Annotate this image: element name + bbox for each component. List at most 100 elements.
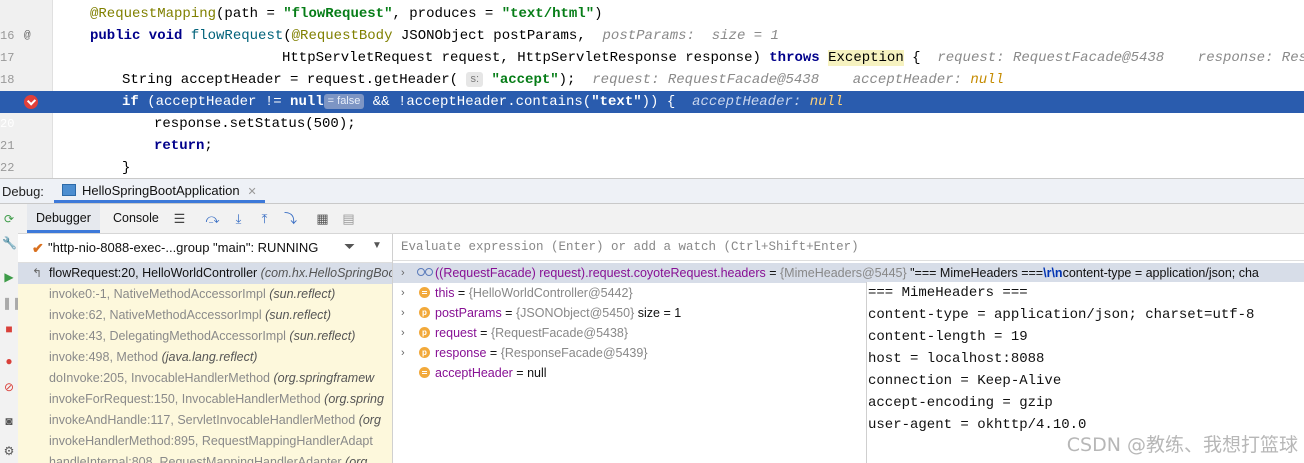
- frame-method: invokeAndHandle:117, ServletInvocableHan…: [49, 413, 359, 427]
- equals-sign: =: [765, 266, 780, 280]
- watch-type: {MimeHeaders@5445}: [780, 266, 911, 280]
- pause-icon[interactable]: ❚❚: [2, 296, 22, 310]
- chevron-right-icon[interactable]: ›: [401, 283, 405, 303]
- camera-icon[interactable]: ◙: [2, 414, 16, 428]
- wrench-icon[interactable]: 🔧: [2, 236, 17, 250]
- tab-console[interactable]: Console: [104, 204, 168, 233]
- code-text: );: [558, 72, 593, 88]
- popup-line: accept-encoding = gzip: [868, 395, 1053, 411]
- parameter-icon: p: [419, 347, 430, 358]
- view-breakpoints-icon[interactable]: ●: [2, 354, 16, 368]
- popup-line: host = localhost:8088: [868, 351, 1045, 367]
- field-icon: [419, 367, 430, 378]
- frame-method: flowRequest:20, HelloWorldController: [49, 266, 261, 280]
- mute-breakpoints-icon[interactable]: ⊘: [2, 380, 16, 394]
- frame-row[interactable]: doInvoke:205, InvocableHandlerMethod (or…: [18, 368, 392, 389]
- equals-sign: =: [476, 326, 491, 340]
- frame-row[interactable]: invoke:62, NativeMethodAccessorImpl (sun…: [18, 305, 392, 326]
- frame-method: handleInternal:808, RequestMappingHandle…: [49, 455, 346, 463]
- override-icon[interactable]: @: [24, 25, 31, 47]
- string-literal: "accept": [491, 72, 559, 88]
- frames-panel: ✔ "http-nio-8088-exec-...group "main": R…: [18, 234, 393, 463]
- step-out-icon[interactable]: ⤒: [257, 211, 272, 226]
- checkmark-icon: ✔: [32, 240, 44, 256]
- run-config-icon: [62, 184, 76, 196]
- frame-row[interactable]: invoke0:-1, NativeMethodAccessorImpl (su…: [18, 284, 392, 305]
- code-text: String acceptHeader = request.getHeader(: [122, 72, 467, 88]
- string-literal: "text": [591, 94, 642, 110]
- close-icon[interactable]: ✕: [248, 186, 257, 198]
- step-over-icon[interactable]: ⤼: [205, 211, 220, 226]
- evaluation-chip: = false: [323, 93, 365, 109]
- equals-sign: =: [501, 306, 516, 320]
- popup-line: content-length = 19: [868, 329, 1028, 345]
- escape-sequence: \r\n: [1043, 266, 1063, 280]
- code-line-19[interactable]: 19 String acceptHeader = request.getHead…: [0, 69, 1304, 109]
- code-editor[interactable]: 16 @RequestMapping(path = "flowRequest",…: [0, 0, 1304, 178]
- code-line-16[interactable]: 16 @RequestMapping(path = "flowRequest",…: [0, 3, 1304, 43]
- frame-package: (org: [358, 413, 381, 427]
- chevron-right-icon[interactable]: ›: [401, 343, 405, 363]
- variable-value: {RequestFacade@5438}: [490, 326, 629, 340]
- frame-row-current[interactable]: ↰ flowRequest:20, HelloWorldController (…: [18, 263, 392, 284]
- chevron-down-icon[interactable]: ▼: [372, 240, 382, 251]
- code-line-22[interactable]: 22 return;: [0, 135, 1304, 175]
- inline-value-hint: acceptHeader:: [692, 94, 810, 110]
- keyword: throws: [769, 50, 820, 66]
- rerun-icon[interactable]: ⟳: [2, 212, 16, 226]
- watch-value: "=== MimeHeaders ===: [910, 266, 1044, 280]
- code-line-23[interactable]: 23 }: [0, 157, 1304, 178]
- menu-icon[interactable]: ☰: [172, 211, 187, 226]
- code-line-17[interactable]: 17 @ public void flowRequest(@RequestBod…: [0, 25, 1304, 65]
- watch-glasses-icon: [417, 268, 433, 276]
- step-into-icon[interactable]: ⤓: [231, 211, 246, 226]
- filter-icon[interactable]: ⏷: [344, 238, 355, 255]
- evaluate-expression-icon[interactable]: ▦: [315, 211, 330, 226]
- frame-row[interactable]: invokeAndHandle:117, ServletInvocableHan…: [18, 410, 392, 431]
- code-line-20-current[interactable]: 20 if (acceptHeader != null = false && !a…: [0, 91, 1304, 131]
- code-line-18[interactable]: 18 HttpServletRequest request, HttpServl…: [0, 47, 1304, 87]
- code-text: ;: [204, 138, 213, 154]
- string-literal: "flowRequest": [283, 6, 393, 22]
- variable-value: null: [527, 366, 547, 380]
- frame-row[interactable]: invokeForRequest:150, InvocableHandlerMe…: [18, 389, 392, 410]
- frame-row[interactable]: handleInternal:808, RequestMappingHandle…: [18, 452, 392, 463]
- variable-name: response: [435, 346, 487, 360]
- thread-label: "http-nio-8088-exec-...group "main": RUN…: [48, 240, 319, 255]
- settings-gear-icon[interactable]: ⚙: [2, 444, 16, 458]
- frame-row[interactable]: invokeHandlerMethod:895, RequestMappingH…: [18, 431, 392, 452]
- frame-method: invoke:498, Method: [49, 350, 162, 364]
- run-config-tab[interactable]: HelloSpringBootApplication ✕: [54, 179, 265, 203]
- chevron-right-icon[interactable]: ›: [401, 303, 405, 323]
- variable-name: acceptHeader: [435, 366, 513, 380]
- chevron-right-icon[interactable]: ›: [401, 263, 405, 283]
- trace-icon[interactable]: ▤: [341, 211, 356, 226]
- thread-selector[interactable]: ✔ "http-nio-8088-exec-...group "main": R…: [18, 234, 392, 263]
- frame-row[interactable]: invoke:498, Method (java.lang.reflect): [18, 347, 392, 368]
- frame-package: (org.springframew: [273, 371, 375, 385]
- inline-value-hint: request: RequestFacade@5438 response: Re…: [937, 50, 1304, 66]
- code-text: {: [903, 50, 938, 66]
- frame-package: (sun.reflect): [269, 287, 336, 301]
- variable-name: postParams: [435, 306, 502, 320]
- run-to-cursor-icon[interactable]: ⤵: [283, 211, 298, 226]
- chevron-right-icon[interactable]: ›: [401, 323, 405, 343]
- code-line-21[interactable]: 21 response.setStatus(500);: [0, 113, 1304, 153]
- annotation: @RequestBody: [291, 28, 393, 44]
- stop-icon[interactable]: ■: [2, 322, 16, 336]
- watch-expression: ((RequestFacade) request).request.coyote…: [435, 266, 766, 280]
- evaluate-expression-input[interactable]: Evaluate expression (Enter) or add a wat…: [393, 234, 1304, 261]
- inline-value: null: [809, 94, 844, 110]
- variable-value: {HelloWorldController@5442}: [468, 286, 633, 300]
- popup-line: content-type = application/json; charset…: [868, 307, 1255, 323]
- debug-tool-window-header: Debug: HelloSpringBootApplication ✕: [0, 178, 1304, 204]
- parameter-icon: p: [419, 327, 430, 338]
- tab-debugger[interactable]: Debugger: [27, 204, 100, 233]
- watch-row[interactable]: › ((RequestFacade) request).request.coyo…: [393, 263, 1304, 283]
- annotation: @RequestMapping: [90, 6, 217, 22]
- breakpoint-icon[interactable]: [24, 95, 38, 109]
- run-config-name: HelloSpringBootApplication: [82, 183, 240, 198]
- frame-package: (java.lang.reflect): [161, 350, 258, 364]
- frame-row[interactable]: invoke:43, DelegatingMethodAccessorImpl …: [18, 326, 392, 347]
- resume-icon[interactable]: ▶: [2, 270, 16, 284]
